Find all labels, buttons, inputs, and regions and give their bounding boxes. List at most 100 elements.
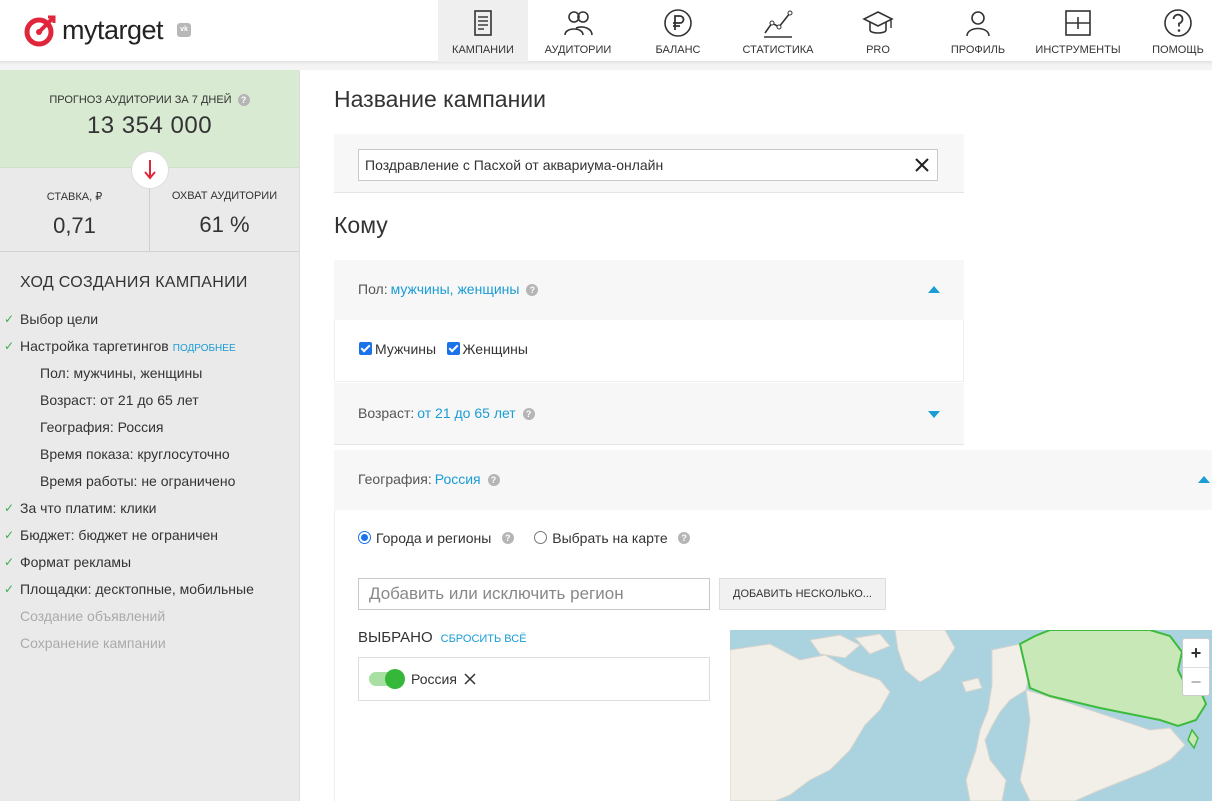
graduation-cap-icon (862, 11, 894, 34)
step-text: Площадки: десктопные, мобильные (20, 581, 254, 597)
step-text: Пол: мужчины, женщины (40, 365, 203, 381)
nav-label: ИНСТРУМЕНТЫ (1035, 44, 1121, 56)
collapse-arrow-icon[interactable] (1198, 476, 1210, 483)
nav-balance[interactable]: БАЛАНС (628, 0, 728, 62)
collapse-arrow-icon[interactable] (928, 286, 940, 293)
cities-radio[interactable] (358, 531, 371, 545)
step-detail-age: Возраст: от 21 до 65 лет (0, 387, 299, 414)
gender-checkboxes: Мужчины Женщины (359, 340, 534, 358)
male-checkbox[interactable] (359, 342, 372, 356)
rate-value: 0,71 (53, 213, 96, 238)
age-row: Возраст: от 21 до 65 лет ? (358, 405, 535, 421)
main-nav: КАМПАНИИ АУДИТОРИИ БАЛАНС СТАТИСТИКА PRO… (438, 0, 1212, 62)
geo-header[interactable]: География: Россия ? (334, 450, 1212, 510)
selected-region-name: Россия (411, 671, 457, 687)
help-question-icon[interactable]: ? (501, 531, 514, 544)
help-icon (1164, 9, 1192, 37)
map-radio[interactable] (534, 531, 548, 545)
help-question-icon[interactable]: ? (678, 531, 691, 544)
nav-label: БАЛАНС (655, 44, 701, 56)
expand-arrow-icon[interactable] (928, 411, 940, 418)
zoom-out-button[interactable]: − (1183, 667, 1209, 695)
target-logo-icon (24, 13, 58, 47)
geo-value[interactable]: Россия (435, 471, 481, 487)
forecast-value: 13 354 000 (86, 112, 213, 140)
audiences-icon (564, 11, 593, 36)
help-question-icon[interactable]: ? (237, 94, 250, 107)
step-save: Сохранение кампании (0, 630, 299, 657)
nav-profile[interactable]: ПРОФИЛЬ (928, 0, 1028, 62)
nav-pro[interactable]: PRO (828, 0, 928, 62)
age-value[interactable]: от 21 до 65 лет (417, 405, 515, 421)
campaigns-icon (474, 10, 492, 36)
clear-icon[interactable] (913, 156, 931, 174)
statistics-icon (764, 10, 793, 38)
nav-label: СТАТИСТИКА (742, 44, 814, 56)
rate-label: СТАВКА, ₽ (46, 191, 103, 203)
region-toggle[interactable] (369, 669, 405, 689)
geo-label: География: (358, 471, 432, 487)
details-link[interactable]: ПОДРОБНЕЕ (173, 343, 236, 354)
step-text: Создание объявлений (20, 608, 166, 624)
step-payment[interactable]: За что платим: клики (0, 495, 299, 522)
step-text: Время показа: круглосуточно (40, 446, 230, 462)
step-format[interactable]: Формат рекламы (0, 549, 299, 576)
ruble-icon (664, 9, 692, 37)
gender-label: Пол: (358, 281, 388, 297)
campaign-name-title: Название кампании (334, 86, 546, 112)
mytarget-logo[interactable]: mytarget vk (24, 13, 192, 47)
step-detail-work: Время работы: не ограничено (0, 468, 299, 495)
help-question-icon[interactable]: ? (487, 474, 500, 487)
male-label: Мужчины (375, 340, 437, 357)
gender-header[interactable]: Пол: мужчины, женщины ? (334, 260, 964, 320)
rate-stat: СТАВКА, ₽ 0,71 (0, 168, 149, 251)
step-text: Настройка таргетингов (20, 338, 169, 354)
selected-heading: ВЫБРАНО СБРОСИТЬ ВСЁ (358, 629, 527, 646)
gender-row: Пол: мужчины, женщины ? (358, 281, 539, 297)
geo-mode-radios: Города и регионы ? Выбрать на карте ? (358, 529, 691, 547)
reset-all-link[interactable]: СБРОСИТЬ ВСЁ (441, 633, 527, 645)
campaign-sidebar: ПРОГНОЗ АУДИТОРИИ ЗА 7 ДНЕЙ ? 13 354 000… (0, 70, 300, 801)
region-map[interactable]: + − (730, 630, 1212, 801)
zoom-in-button[interactable]: + (1183, 639, 1209, 667)
age-header[interactable]: Возраст: от 21 до 65 лет ? (334, 383, 964, 445)
step-targeting[interactable]: Настройка таргетингов ПОДРОБНЕЕ (0, 333, 299, 360)
nav-tools[interactable]: ИНСТРУМЕНТЫ (1028, 0, 1128, 62)
progress-title: ХОД СОЗДАНИЯ КАМПАНИИ (20, 274, 248, 291)
reach-value: 61 % (199, 212, 250, 237)
region-search-input[interactable]: Добавить или исключить регион (358, 578, 710, 610)
female-checkbox[interactable] (446, 342, 460, 356)
step-text: Формат рекламы (20, 554, 132, 570)
geo-row: География: Россия ? (358, 471, 500, 487)
tools-icon (1065, 10, 1091, 36)
nav-audiences[interactable]: АУДИТОРИИ (528, 0, 628, 62)
add-many-button[interactable]: ДОБАВИТЬ НЕСКОЛЬКО... (719, 578, 886, 610)
reach-label: ОХВАТ АУДИТОРИИ (171, 190, 278, 202)
vk-badge-icon: vk (177, 23, 192, 37)
step-text: Время работы: не ограничено (40, 473, 236, 489)
nav-statistics[interactable]: СТАТИСТИКА (728, 0, 828, 62)
nav-label: КАМПАНИИ (452, 44, 514, 56)
help-question-icon[interactable]: ? (522, 408, 535, 421)
step-text: За что платим: клики (20, 500, 157, 516)
campaign-name-value: Поздравление с Пасхой от аквариума-онлай… (365, 157, 664, 173)
step-detail-time: Время показа: круглосуточно (0, 441, 299, 468)
nav-label: АУДИТОРИИ (544, 44, 612, 56)
step-detail-geo: География: Россия (0, 414, 299, 441)
logo-text: mytarget (62, 14, 164, 45)
step-platforms[interactable]: Площадки: десктопные, мобильные (0, 576, 299, 603)
audience-title: Кому (334, 212, 388, 238)
gender-value[interactable]: мужчины, женщины (391, 281, 520, 297)
step-goal[interactable]: Выбор цели (0, 306, 299, 333)
nav-help[interactable]: ПОМОЩЬ (1128, 0, 1212, 62)
campaign-name-input[interactable]: Поздравление с Пасхой от аквариума-онлай… (358, 149, 938, 181)
nav-label: ПОМОЩЬ (1152, 44, 1204, 56)
nav-label: PRO (866, 44, 890, 56)
cities-label: Города и регионы (376, 529, 492, 546)
help-question-icon[interactable]: ? (526, 284, 539, 297)
forecast-title-text: ПРОГНОЗ АУДИТОРИИ ЗА 7 ДНЕЙ (49, 94, 232, 106)
remove-region-icon[interactable] (463, 672, 477, 686)
toggle-knob (385, 669, 405, 689)
nav-campaigns[interactable]: КАМПАНИИ (438, 0, 528, 62)
step-budget[interactable]: Бюджет: бюджет не ограничен (0, 522, 299, 549)
